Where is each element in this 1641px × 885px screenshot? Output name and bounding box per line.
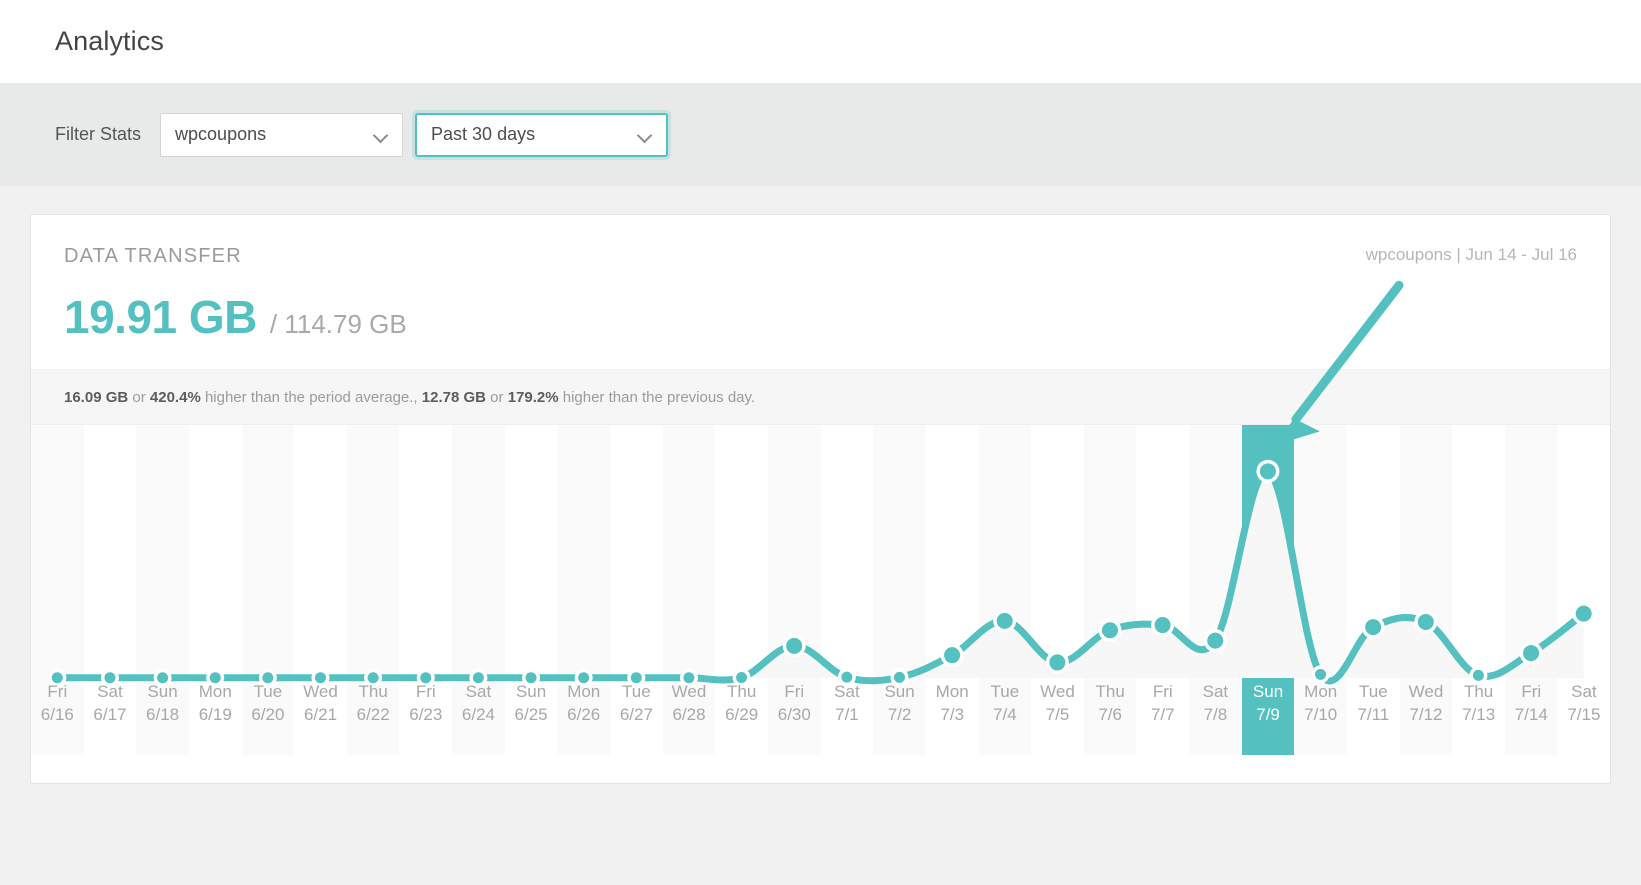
card-header: DATA TRANSFER wpcoupons | Jun 14 - Jul 1… (31, 215, 1610, 268)
summary-tail: higher than the previous day. (559, 389, 756, 406)
chevron-down-icon (374, 128, 388, 142)
summary-text: 16.09 GB or 420.4% higher than the perio… (64, 389, 755, 406)
summary-percent-2: 179.2% (508, 389, 559, 406)
metric-row: 19.91 GB / 114.79 GB (31, 268, 1610, 344)
site-select-wrapper: wpcoupons (160, 113, 415, 157)
page-title: Analytics (55, 26, 164, 57)
chevron-down-icon (638, 128, 652, 142)
filter-bar: Filter Stats wpcoupons Past 30 days (0, 83, 1641, 186)
summary-bar: 16.09 GB or 420.4% higher than the perio… (31, 369, 1610, 425)
metric-value: 19.91 GB (64, 290, 257, 344)
filter-stats-label: Filter Stats (55, 124, 141, 145)
summary-percent: 420.4% (150, 389, 201, 406)
date-range-select[interactable]: Past 30 days (415, 113, 668, 157)
summary-amount: 16.09 GB (64, 389, 128, 406)
annotation-layer (31, 425, 1610, 755)
summary-amount-2: 12.78 GB (422, 389, 486, 406)
content-area: DATA TRANSFER wpcoupons | Jun 14 - Jul 1… (0, 186, 1641, 885)
summary-or-2: or (486, 389, 508, 406)
metric-total: / 114.79 GB (270, 309, 407, 340)
date-range-select-value: Past 30 days (431, 124, 638, 145)
page-header: Analytics (0, 0, 1641, 83)
site-select-value: wpcoupons (175, 124, 374, 145)
summary-mid: higher than the period average., (201, 389, 422, 406)
card-title: DATA TRANSFER (64, 245, 242, 268)
data-transfer-chart[interactable]: Fri6/16Sat6/17Sun6/18Mon6/19Tue6/20Wed6/… (31, 425, 1610, 755)
data-transfer-card: DATA TRANSFER wpcoupons | Jun 14 - Jul 1… (30, 214, 1611, 784)
range-select-wrapper: Past 30 days (415, 113, 668, 157)
site-select[interactable]: wpcoupons (160, 113, 403, 157)
summary-or: or (128, 389, 150, 406)
card-meta-range: wpcoupons | Jun 14 - Jul 16 (1366, 245, 1577, 265)
